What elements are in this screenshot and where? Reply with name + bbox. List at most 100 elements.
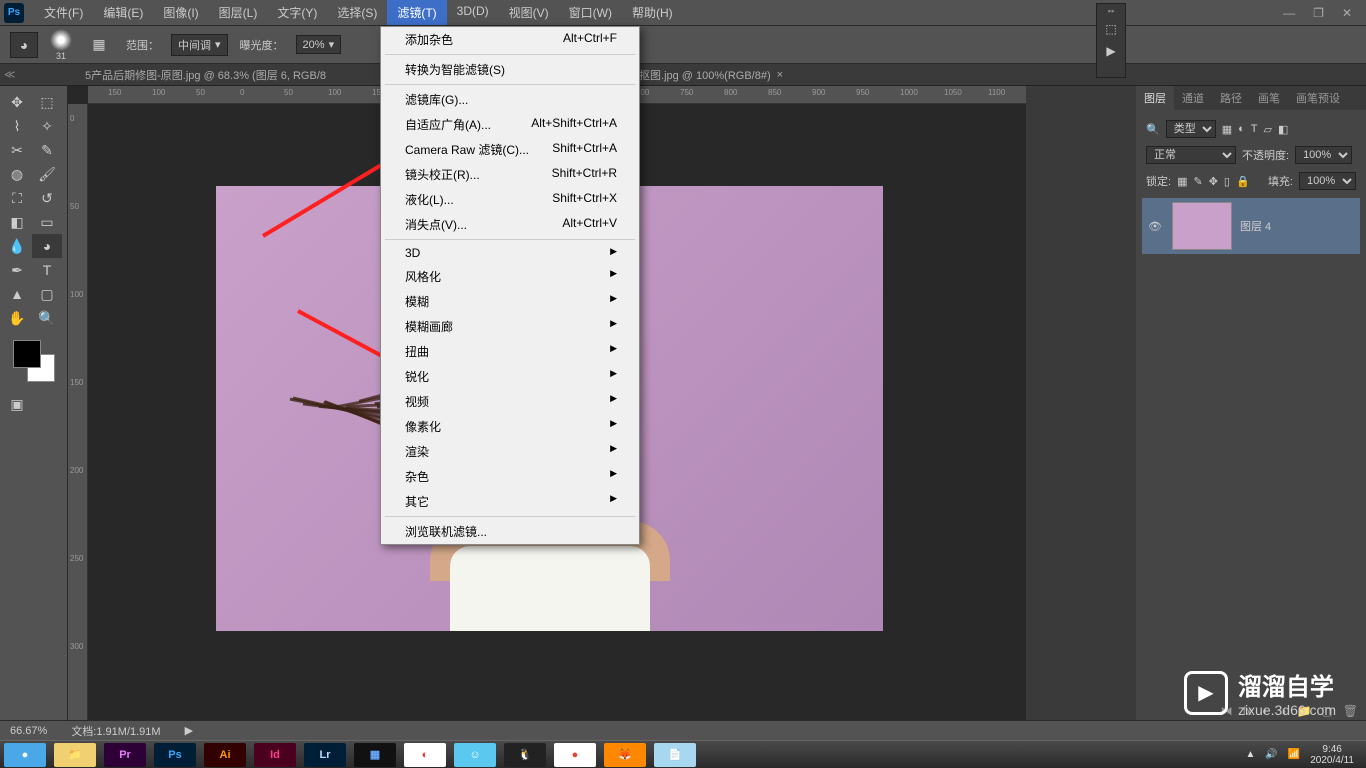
menu-3d[interactable]: 3D(D) xyxy=(447,0,499,25)
foreground-color[interactable] xyxy=(13,340,41,368)
maximize-button[interactable]: ❐ xyxy=(1313,6,1324,20)
menu-item[interactable]: 自适应广角(A)...Alt+Shift+Ctrl+A xyxy=(381,112,639,137)
menu-item[interactable]: 风格化▶ xyxy=(381,264,639,289)
taskbar-app[interactable]: Ps xyxy=(154,743,196,767)
menu-item[interactable]: 转换为智能滤镜(S) xyxy=(381,57,639,82)
play-icon[interactable]: ▶ xyxy=(1097,40,1125,62)
layer-name[interactable]: 图层 4 xyxy=(1240,218,1271,234)
clock-time[interactable]: 9:46 xyxy=(1310,744,1354,755)
panel-icon[interactable]: ⬚ xyxy=(1097,18,1125,40)
eraser-tool[interactable]: ◧ xyxy=(2,210,32,234)
layer-row[interactable]: 👁 图层 4 xyxy=(1142,198,1360,254)
history-brush-tool[interactable]: ↺ xyxy=(32,186,62,210)
menu-编辑[interactable]: 编辑(E) xyxy=(93,0,153,25)
menu-item[interactable]: Camera Raw 滤镜(C)...Shift+Ctrl+A xyxy=(381,137,639,162)
taskbar-app[interactable]: ● xyxy=(4,743,46,767)
lock-brush-icon[interactable]: ✎ xyxy=(1193,175,1202,188)
move-tool[interactable]: ✥ xyxy=(2,90,32,114)
menu-item[interactable]: 锐化▶ xyxy=(381,364,639,389)
taskbar-app[interactable]: ● xyxy=(554,743,596,767)
brush-preview[interactable] xyxy=(50,29,72,51)
lock-artboard-icon[interactable]: ▯ xyxy=(1224,175,1230,188)
filter-shape-icon[interactable]: ▱ xyxy=(1264,123,1272,136)
stamp-tool[interactable]: ⛶ xyxy=(2,186,32,210)
menu-item[interactable]: 滤镜库(G)... xyxy=(381,87,639,112)
floating-panel[interactable]: ▪▪ ⬚ ▶ xyxy=(1096,3,1126,78)
lock-all-icon[interactable]: 🔒 xyxy=(1236,175,1250,188)
quickmask-toggle[interactable]: ▣ xyxy=(2,392,32,416)
brush-tool[interactable]: 🖌 xyxy=(32,162,62,186)
taskbar-app[interactable]: ☺ xyxy=(454,743,496,767)
opacity-input[interactable]: 100% xyxy=(1295,146,1352,164)
panel-tab[interactable]: 图层 xyxy=(1136,86,1174,110)
close-tab-icon[interactable]: × xyxy=(777,69,783,81)
menu-窗口[interactable]: 窗口(W) xyxy=(559,0,622,25)
close-button[interactable]: ✕ xyxy=(1342,6,1352,20)
menu-item[interactable]: 消失点(V)...Alt+Ctrl+V xyxy=(381,212,639,237)
hand-tool[interactable]: ✋ xyxy=(2,306,32,330)
zoom-tool[interactable]: 🔍 xyxy=(32,306,62,330)
active-tool-preview[interactable]: ◕ xyxy=(10,32,38,58)
magic-wand-tool[interactable]: ✧ xyxy=(32,114,62,138)
type-tool[interactable]: T xyxy=(32,258,62,282)
tray-wifi-icon[interactable]: 📶 xyxy=(1288,749,1300,760)
lasso-tool[interactable]: ⌇ xyxy=(2,114,32,138)
panel-tab[interactable]: 通道 xyxy=(1174,86,1212,110)
panel-tab[interactable]: 路径 xyxy=(1212,86,1250,110)
taskbar-app[interactable]: Pr xyxy=(104,743,146,767)
menu-item[interactable]: 浏览联机滤镜... xyxy=(381,519,639,544)
taskbar-app[interactable]: 🐧 xyxy=(504,743,546,767)
blend-mode-dropdown[interactable]: 正常 xyxy=(1146,146,1236,164)
menu-图层[interactable]: 图层(L) xyxy=(209,0,268,25)
menu-item[interactable]: 像素化▶ xyxy=(381,414,639,439)
menu-item[interactable]: 杂色▶ xyxy=(381,464,639,489)
eyedropper-tool[interactable]: ✎ xyxy=(32,138,62,162)
filter-image-icon[interactable]: ▦ xyxy=(1222,123,1232,136)
filter-adjust-icon[interactable]: ◐ xyxy=(1238,123,1245,135)
tray-flag-icon[interactable]: ▲ xyxy=(1245,749,1255,760)
taskbar-app[interactable]: 📁 xyxy=(54,743,96,767)
menu-item[interactable]: 添加杂色Alt+Ctrl+F xyxy=(381,27,639,52)
document-tab[interactable]: 5产品后期修图-原图.jpg @ 68.3% (图层 6, RGB/8 xyxy=(75,64,336,86)
layer-filter-dropdown[interactable]: 类型 xyxy=(1166,120,1216,138)
taskbar-app[interactable]: 🦊 xyxy=(604,743,646,767)
crop-tool[interactable]: ✂ xyxy=(2,138,32,162)
spot-heal-tool[interactable]: ◍ xyxy=(2,162,32,186)
gradient-tool[interactable]: ▭ xyxy=(32,210,62,234)
clock-date[interactable]: 2020/4/11 xyxy=(1310,755,1354,766)
menu-文件[interactable]: 文件(F) xyxy=(34,0,93,25)
taskbar-app[interactable]: Ai xyxy=(204,743,246,767)
exposure-input[interactable]: 20%▾ xyxy=(296,35,342,54)
menu-item[interactable]: 扭曲▶ xyxy=(381,339,639,364)
lock-pixels-icon[interactable]: ▦ xyxy=(1177,175,1187,188)
menu-图像[interactable]: 图像(I) xyxy=(153,0,208,25)
minimize-button[interactable]: — xyxy=(1283,6,1295,20)
tab-scroll-left[interactable]: ≪ xyxy=(4,68,16,81)
taskbar-app[interactable]: Lr xyxy=(304,743,346,767)
lock-move-icon[interactable]: ✥ xyxy=(1209,175,1218,188)
panel-tab[interactable]: 画笔 xyxy=(1250,86,1288,110)
visibility-toggle[interactable]: 👁 xyxy=(1146,220,1164,233)
menu-选择[interactable]: 选择(S) xyxy=(327,0,387,25)
menu-滤镜[interactable]: 滤镜(T) xyxy=(387,0,446,25)
zoom-level[interactable]: 66.67% xyxy=(10,725,47,737)
range-dropdown[interactable]: 中间调▾ xyxy=(171,34,228,56)
panel-tab[interactable]: 画笔预设 xyxy=(1288,86,1348,110)
pen-tool[interactable]: ✒ xyxy=(2,258,32,282)
menu-item[interactable]: 模糊▶ xyxy=(381,289,639,314)
menu-item[interactable]: 镜头校正(R)...Shift+Ctrl+R xyxy=(381,162,639,187)
tray-network-icon[interactable]: 🔊 xyxy=(1265,749,1277,760)
delete-layer-icon[interactable]: 🗑 xyxy=(1343,704,1358,718)
menu-item[interactable]: 视频▶ xyxy=(381,389,639,414)
marquee-tool[interactable]: ⬚ xyxy=(32,90,62,114)
status-arrow-icon[interactable]: ▶ xyxy=(185,724,193,737)
menu-item[interactable]: 3D▶ xyxy=(381,242,639,264)
taskbar-app[interactable]: 📄 xyxy=(654,743,696,767)
taskbar-app[interactable]: ▦ xyxy=(354,743,396,767)
menu-文字[interactable]: 文字(Y) xyxy=(267,0,327,25)
menu-item[interactable]: 液化(L)...Shift+Ctrl+X xyxy=(381,187,639,212)
dodge-tool[interactable]: ◕ xyxy=(32,234,62,258)
shape-tool[interactable]: ▢ xyxy=(32,282,62,306)
fill-input[interactable]: 100% xyxy=(1299,172,1356,190)
menu-视图[interactable]: 视图(V) xyxy=(499,0,559,25)
